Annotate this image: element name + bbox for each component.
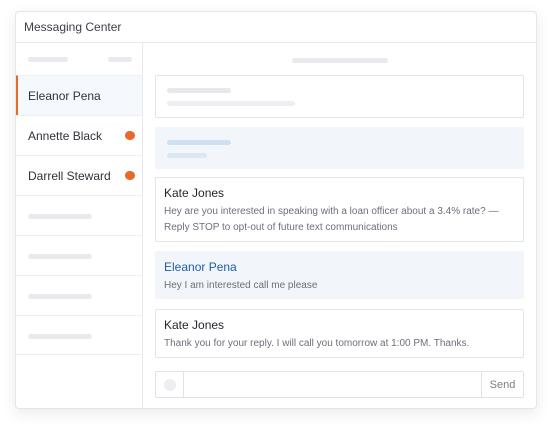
- message-sender: Eleanor Pena: [164, 260, 237, 274]
- message-text: Hey are you interested in speaking with …: [164, 206, 499, 233]
- window-title: Messaging Center: [16, 12, 536, 43]
- sidebar-header: [16, 43, 142, 75]
- messaging-window: Messaging Center Eleanor Pena Annette Bl…: [15, 11, 537, 409]
- send-button[interactable]: Send: [481, 372, 523, 397]
- message-placeholder: [155, 75, 524, 118]
- message-placeholder-tinted: [155, 127, 524, 169]
- window-body: Eleanor Pena Annette Black Darrell Stewa…: [16, 43, 536, 408]
- message-item-reply: Eleanor Pena Hey I am interested call me…: [155, 251, 524, 299]
- contact-placeholder-bar: [28, 294, 92, 299]
- message-composer: Send: [155, 371, 524, 398]
- contact-placeholder: [16, 195, 142, 235]
- placeholder-line: [167, 101, 295, 106]
- message-item: Kate Jones Hey are you interested in spe…: [155, 177, 524, 242]
- conversation-panel: Kate Jones Hey are you interested in spe…: [143, 43, 536, 408]
- contact-name: Darrell Steward: [28, 168, 111, 183]
- message-sender: Kate Jones: [164, 318, 225, 332]
- sidebar-header-placeholder: [28, 57, 68, 62]
- placeholder-line: [167, 153, 207, 158]
- contact-placeholder: [16, 315, 142, 355]
- contact-darrell-steward[interactable]: Darrell Steward: [16, 155, 142, 195]
- contact-annette-black[interactable]: Annette Black: [16, 115, 142, 155]
- message-sender: Kate Jones: [164, 186, 225, 200]
- message-text: Hey I am interested call me please: [164, 280, 318, 291]
- contacts-sidebar: Eleanor Pena Annette Black Darrell Stewa…: [16, 43, 143, 408]
- attach-icon: [164, 379, 176, 391]
- unread-dot-icon: [125, 171, 135, 180]
- message-input[interactable]: [184, 372, 481, 397]
- conversation-header-placeholder: [292, 58, 388, 63]
- sidebar-header-placeholder: [108, 57, 132, 62]
- message-text: Thank you for your reply. I will call yo…: [164, 338, 470, 349]
- attach-button[interactable]: [156, 372, 184, 397]
- contact-placeholder: [16, 235, 142, 275]
- contact-placeholder-bar: [28, 334, 92, 339]
- contact-placeholder-bar: [28, 254, 92, 259]
- contact-placeholder: [16, 275, 142, 315]
- message-item: Kate Jones Thank you for your reply. I w…: [155, 309, 524, 358]
- contact-name: Eleanor Pena: [28, 88, 101, 103]
- placeholder-line: [167, 140, 231, 145]
- contact-name: Annette Black: [28, 128, 103, 143]
- placeholder-line: [167, 88, 231, 93]
- contact-placeholder-bar: [28, 214, 92, 219]
- contact-eleanor-pena[interactable]: Eleanor Pena: [16, 75, 142, 115]
- unread-dot-icon: [125, 131, 135, 140]
